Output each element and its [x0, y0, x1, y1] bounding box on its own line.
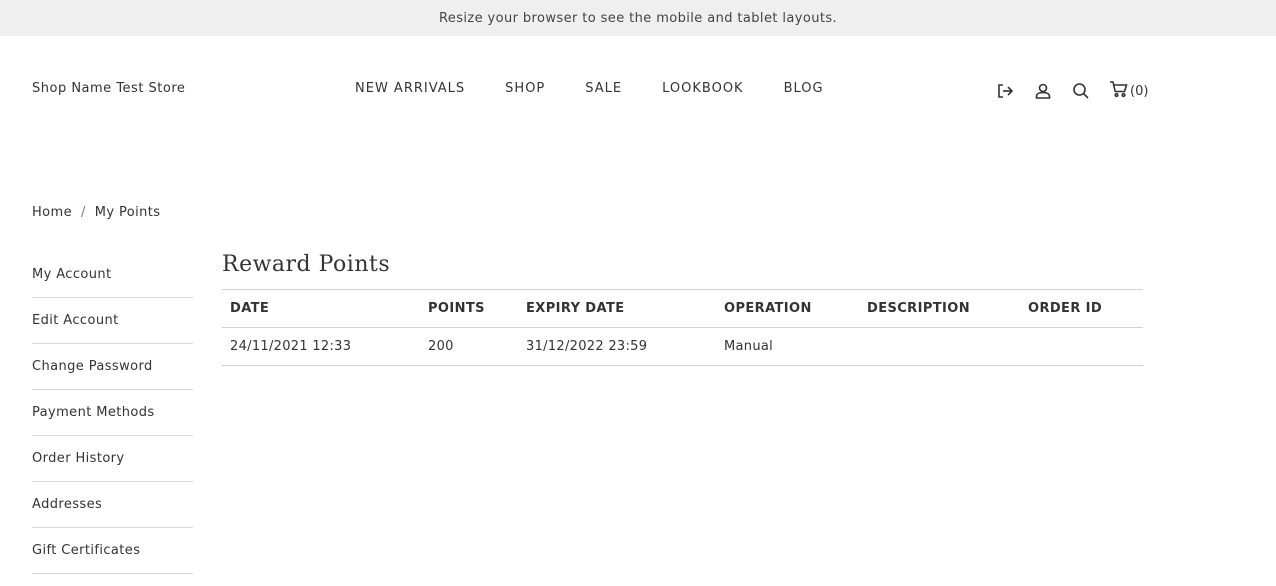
breadcrumb: Home / My Points	[32, 205, 160, 220]
breadcrumb-home[interactable]: Home	[32, 205, 72, 220]
cell-date: 24/11/2021 12:33	[222, 327, 420, 366]
column-header-description: DESCRIPTION	[859, 289, 1020, 328]
banner-text: Resize your browser to see the mobile an…	[438, 10, 838, 26]
store-logo-link[interactable]: Shop Name Test Store	[32, 81, 185, 96]
sidebar-item-gift-certificates[interactable]: Gift Certificates	[32, 528, 193, 574]
cell-expiry-date: 31/12/2022 23:59	[518, 327, 716, 366]
cart-count: (0)	[1130, 83, 1149, 99]
header-icons: (0)	[995, 79, 1148, 103]
breadcrumb-current: My Points	[94, 205, 161, 220]
user-icon[interactable]	[1033, 81, 1053, 101]
nav-lookbook[interactable]: LOOKBOOK	[662, 81, 743, 96]
nav-blog[interactable]: BLOG	[784, 81, 824, 96]
account-sidebar: My Account Edit Account Change Password …	[32, 252, 193, 574]
cart-button[interactable]: (0)	[1109, 79, 1148, 103]
nav-sale[interactable]: SALE	[585, 81, 622, 96]
column-header-order-id: ORDER ID	[1020, 289, 1143, 328]
column-header-operation: OPERATION	[716, 289, 859, 328]
announcement-banner: Resize your browser to see the mobile an…	[0, 0, 1276, 36]
logout-icon[interactable]	[995, 81, 1015, 101]
table-header-row: DATE POINTS EXPIRY DATE OPERATION DESCRI…	[222, 289, 1143, 328]
cart-icon	[1109, 79, 1129, 103]
main-nav: NEW ARRIVALS SHOP SALE LOOKBOOK BLOG	[355, 81, 864, 96]
search-icon[interactable]	[1071, 81, 1091, 101]
nav-shop[interactable]: SHOP	[505, 81, 545, 96]
cell-points: 200	[420, 327, 518, 366]
breadcrumb-separator: /	[81, 205, 86, 220]
column-header-date: DATE	[222, 289, 420, 328]
sidebar-item-addresses[interactable]: Addresses	[32, 482, 193, 528]
table-row: 24/11/2021 12:33 200 31/12/2022 23:59 Ma…	[222, 327, 1143, 366]
cell-operation: Manual	[716, 327, 859, 366]
sidebar-item-edit-account[interactable]: Edit Account	[32, 298, 193, 344]
reward-points-table: DATE POINTS EXPIRY DATE OPERATION DESCRI…	[222, 289, 1143, 366]
nav-new-arrivals[interactable]: NEW ARRIVALS	[355, 81, 465, 96]
cell-description	[859, 327, 1020, 366]
reward-points-section: Reward Points DATE POINTS EXPIRY DATE OP…	[222, 250, 1143, 366]
sidebar-item-my-account[interactable]: My Account	[32, 252, 193, 298]
column-header-points: POINTS	[420, 289, 518, 328]
column-header-expiry-date: EXPIRY DATE	[518, 289, 716, 328]
page-title: Reward Points	[222, 252, 391, 277]
sidebar-item-payment-methods[interactable]: Payment Methods	[32, 390, 193, 436]
sidebar-item-order-history[interactable]: Order History	[32, 436, 193, 482]
sidebar-item-change-password[interactable]: Change Password	[32, 344, 193, 390]
cell-order-id	[1020, 327, 1143, 366]
